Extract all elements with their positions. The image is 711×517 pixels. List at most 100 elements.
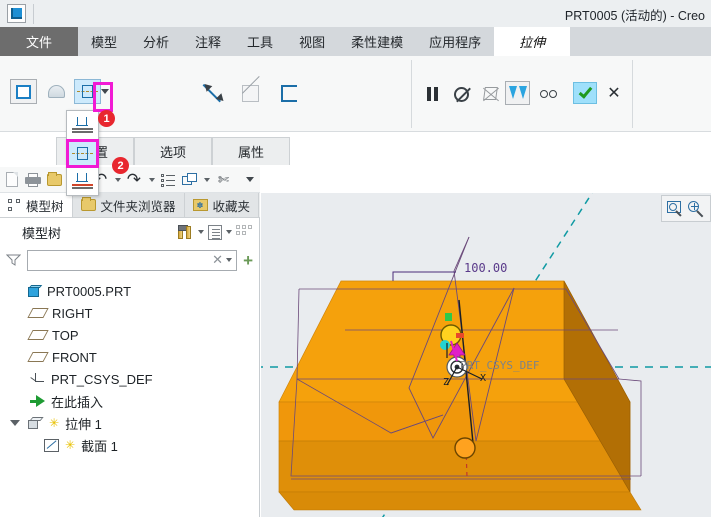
chevron-down-icon[interactable] (198, 230, 204, 234)
tree-node-csys[interactable]: PRT_CSYS_DEF (0, 368, 259, 390)
marker-red (456, 333, 464, 338)
depth-options-flyout[interactable] (66, 110, 99, 196)
remove-material-button[interactable] (275, 81, 302, 106)
model-tree-icon (8, 199, 21, 212)
axis-label-z: Z (443, 377, 449, 388)
tree-node-label: 截面 1 (81, 436, 118, 455)
tree-node-part[interactable]: PRT0005.PRT (0, 280, 259, 302)
chevron-down-icon[interactable] (226, 258, 232, 262)
chevron-down-icon (246, 177, 254, 182)
preview-button[interactable] (505, 81, 530, 105)
close-window-button[interactable]: ✄ (214, 169, 233, 190)
expander-toggle[interactable] (8, 420, 21, 426)
redo-icon (127, 173, 143, 187)
pause-button[interactable] (420, 82, 444, 106)
creo-app-icon[interactable] (7, 4, 26, 23)
no-entry-icon (454, 87, 469, 102)
redo-dropdown-button[interactable] (146, 169, 157, 190)
nav-tab-favorites[interactable]: ✽ 收藏夹 (185, 193, 260, 217)
tree-settings-icon[interactable] (177, 225, 194, 240)
window-button[interactable] (180, 169, 199, 190)
tree-node-label: TOP (52, 328, 79, 343)
open-folder-button[interactable] (45, 169, 64, 190)
tree-node-insert-here[interactable]: 在此插入 (0, 390, 259, 412)
model-tree-header: 模型树 (0, 218, 259, 246)
nav-tab-folder-browser[interactable]: 文件夹浏览器 (73, 193, 185, 217)
extrude-as-solid-button[interactable] (10, 79, 37, 104)
marker-cyan (440, 340, 450, 350)
model-bottom-edge (279, 492, 641, 510)
tree-node-label: 在此插入 (51, 392, 103, 411)
chevron-down-icon (204, 178, 210, 182)
window-dropdown-button[interactable] (201, 169, 212, 190)
zoom-in-icon[interactable] (688, 201, 705, 217)
depth-option-blind[interactable] (67, 111, 98, 139)
search-input-field[interactable] (32, 253, 209, 267)
print-icon (25, 173, 41, 187)
ribbon-tab-extrude[interactable]: 拉伸 (494, 27, 570, 56)
tree-display-icon[interactable] (208, 225, 222, 240)
ribbon-tab-analysis[interactable]: 分析 (130, 27, 182, 56)
new-document-button[interactable] (3, 169, 22, 190)
dimension-leader (393, 272, 456, 281)
thicken-sketch-icon (242, 85, 259, 102)
tree-node-front[interactable]: FRONT (0, 346, 259, 368)
ribbon-tab-model[interactable]: 模型 (78, 27, 130, 56)
tree-node-extrude-1[interactable]: ✳ 拉伸 1 (0, 412, 259, 434)
depth-option-symmetric[interactable] (67, 139, 98, 167)
remove-material-icon (281, 85, 297, 102)
ribbon-tab-applications[interactable]: 应用程序 (416, 27, 494, 56)
ribbon-tab-flexible-modeling[interactable]: 柔性建模 (338, 27, 416, 56)
tree-columns-icon[interactable] (236, 225, 253, 240)
customize-toolbar-button[interactable] (241, 169, 260, 190)
ribbon-tab-view[interactable]: 视图 (286, 27, 338, 56)
regenerate-icon (161, 173, 176, 187)
add-filter-icon[interactable]: + (243, 252, 253, 269)
no-preview-button[interactable] (536, 82, 560, 106)
graphics-viewport[interactable]: 100.00 PRT_CSYS_DEF X Z (261, 193, 711, 517)
callout-1: 1 (98, 110, 115, 127)
datum-plane-icon (27, 352, 48, 362)
navigator-tab-bar: 模型树 文件夹浏览器 ✽ 收藏夹 (0, 193, 260, 218)
tree-node-section-1[interactable]: ✳ 截面 1 (0, 434, 259, 456)
ribbon-tab-bar: 文件 模型 分析 注释 工具 视图 柔性建模 应用程序 拉伸 (0, 27, 711, 56)
model-tree-list: PRT0005.PRT RIGHT TOP FRONT PRT_CSYS_DEF (0, 274, 259, 456)
folder-icon (81, 199, 96, 211)
depth-option-to-surface[interactable] (67, 167, 98, 195)
glasses-icon (540, 90, 557, 98)
accept-button[interactable] (573, 81, 597, 105)
modified-star-icon: ✳ (65, 439, 75, 451)
sub-tab-properties[interactable]: 属性 (212, 137, 290, 165)
cancel-button[interactable]: ✕ (602, 82, 626, 106)
extrude-as-surface-button[interactable] (43, 79, 70, 104)
dimension-label[interactable]: 100.00 (464, 261, 507, 275)
zoom-to-box-icon[interactable] (667, 201, 684, 217)
quick-access-toolbar: ✄ (0, 167, 260, 193)
filter-funnel-icon (6, 253, 21, 267)
redo-button[interactable] (125, 169, 144, 190)
ribbon-tab-tools[interactable]: 工具 (234, 27, 286, 56)
ribbon-tab-file[interactable]: 文件 (0, 27, 78, 56)
nav-tab-label: 模型树 (26, 196, 64, 215)
depth-type-dropdown-button[interactable] (97, 79, 113, 104)
search-input[interactable]: ✕ (27, 250, 237, 271)
tree-node-label: 拉伸 1 (65, 414, 102, 433)
pause-icon (427, 87, 438, 101)
surface-icon (48, 85, 65, 98)
print-button[interactable] (24, 169, 43, 190)
tree-node-right[interactable]: RIGHT (0, 302, 259, 324)
regenerate-button[interactable] (159, 169, 178, 190)
clear-icon[interactable]: ✕ (209, 252, 226, 268)
datum-plane-icon (27, 308, 48, 318)
resume-button[interactable] (449, 82, 473, 106)
flip-direction-button[interactable] (200, 80, 227, 105)
nav-tab-model-tree[interactable]: 模型树 (0, 193, 73, 217)
thicken-sketch-button[interactable] (237, 81, 264, 106)
sub-tab-options[interactable]: 选项 (134, 137, 212, 165)
chevron-down-icon[interactable] (226, 230, 232, 234)
preview-geometry-button[interactable] (479, 82, 503, 106)
tree-node-top[interactable]: TOP (0, 324, 259, 346)
ribbon-tab-annotate[interactable]: 注释 (182, 27, 234, 56)
viewport-toolbar (661, 195, 711, 222)
to-surface-depth-icon (72, 173, 93, 189)
